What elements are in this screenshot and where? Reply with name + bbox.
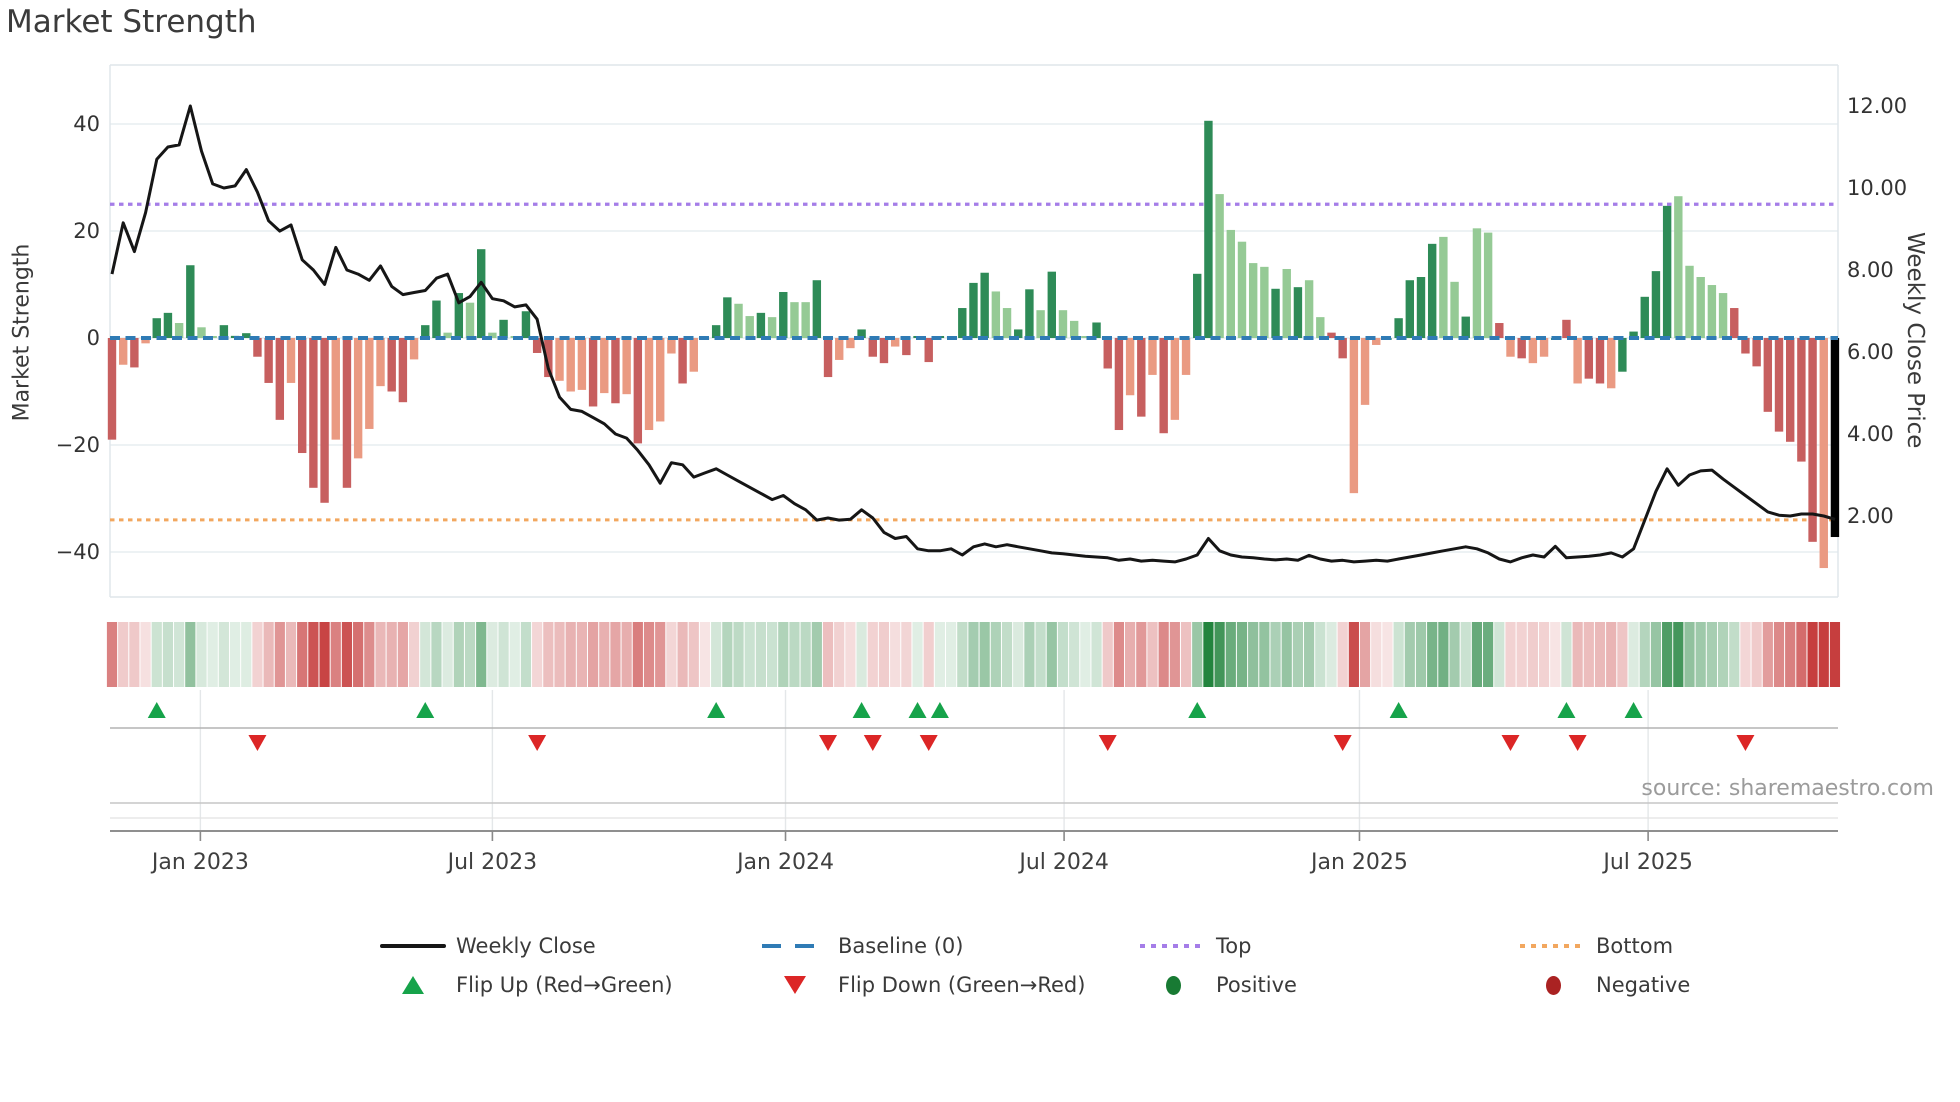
svg-text:10.00: 10.00 xyxy=(1847,176,1907,200)
flip-down-marker xyxy=(1568,735,1587,751)
svg-text:20: 20 xyxy=(73,219,100,243)
svg-text:4.00: 4.00 xyxy=(1847,422,1894,446)
flip-up-marker xyxy=(930,702,949,718)
flip-down-marker xyxy=(1333,735,1352,751)
flip-up-marker xyxy=(416,702,435,718)
flip-down-marker xyxy=(863,735,882,751)
flip-up-marker xyxy=(707,702,726,718)
svg-text:−20: −20 xyxy=(56,433,100,457)
svg-text:8.00: 8.00 xyxy=(1847,258,1894,282)
svg-text:Jul 2025: Jul 2025 xyxy=(1601,850,1693,875)
chart-page: Market Strength Market Strength 40 20 0 −20… xyxy=(0,0,1960,1102)
svg-text:Jan 2024: Jan 2024 xyxy=(735,850,834,875)
right-axis-title: Weekly Close Price xyxy=(1902,231,1928,449)
svg-text:0: 0 xyxy=(87,326,100,350)
chart-canvas: 40 20 0 −20 −40 12.00 10.00 8.00 6.00 4.00 2.00 Jan… xyxy=(56,64,1907,875)
svg-text:Jan 2023: Jan 2023 xyxy=(150,850,249,875)
svg-text:Jan 2025: Jan 2025 xyxy=(1309,850,1408,875)
flip-down-marker xyxy=(248,735,267,751)
flip-down-marker xyxy=(1501,735,1520,751)
source-attribution: source: sharemaestro.com xyxy=(1641,776,1934,801)
flip-up-marker xyxy=(1557,702,1576,718)
flip-down-marker xyxy=(528,735,547,751)
svg-text:Jul 2024: Jul 2024 xyxy=(1017,850,1109,875)
flip-up-marker xyxy=(1188,702,1207,718)
flip-down-marker xyxy=(1736,735,1755,751)
svg-text:−40: −40 xyxy=(56,540,100,564)
svg-text:12.00: 12.00 xyxy=(1847,94,1907,118)
flip-up-marker xyxy=(908,702,927,718)
flip-up-marker xyxy=(147,702,166,718)
flip-down-marker xyxy=(819,735,838,751)
flip-up-marker xyxy=(1624,702,1643,718)
svg-text:6.00: 6.00 xyxy=(1847,340,1894,364)
flip-down-marker xyxy=(919,735,938,751)
flip-up-marker xyxy=(1389,702,1408,718)
flip-up-marker xyxy=(852,702,871,718)
svg-text:40: 40 xyxy=(73,112,100,136)
svg-text:Jul 2023: Jul 2023 xyxy=(446,850,538,875)
flip-down-marker xyxy=(1098,735,1117,751)
svg-text:2.00: 2.00 xyxy=(1847,504,1894,528)
